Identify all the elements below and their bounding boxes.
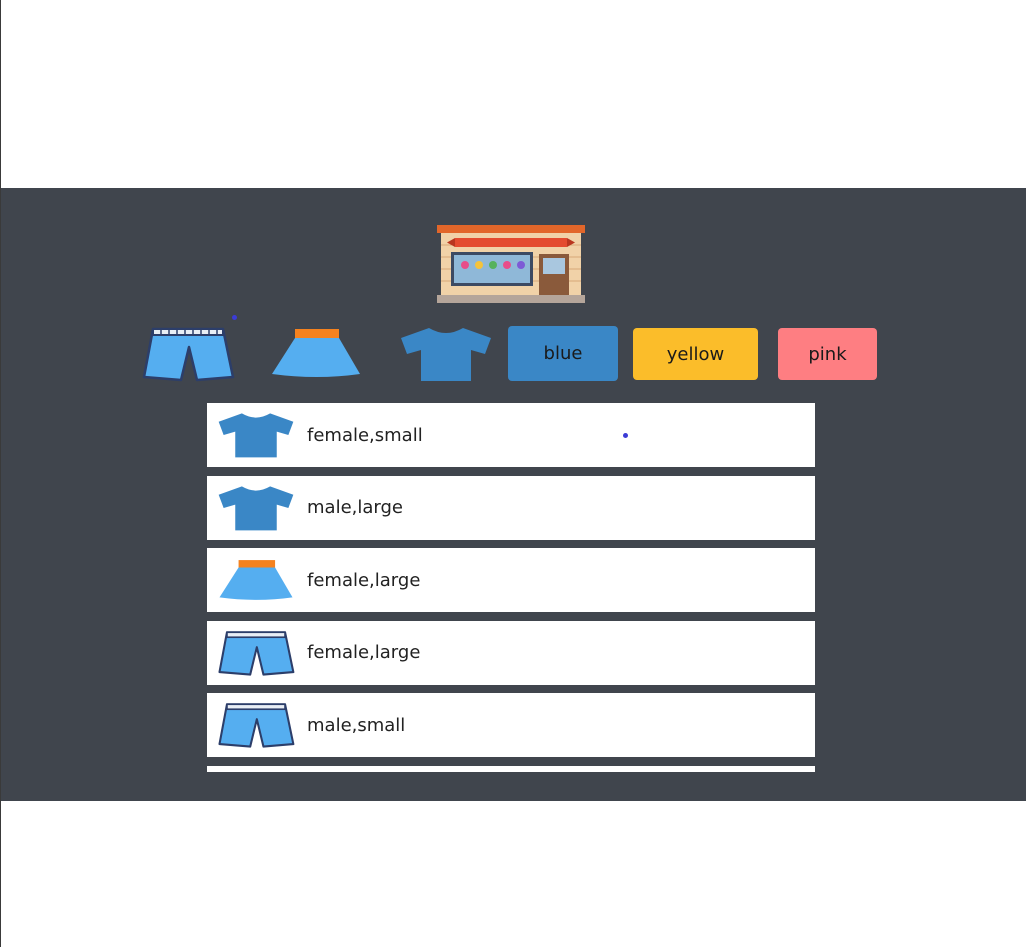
item-label: female,small bbox=[307, 424, 423, 446]
shop-stage: blue yellow pink female,small male,large… bbox=[1, 188, 1026, 801]
color-button-pink[interactable]: pink bbox=[778, 328, 877, 380]
item-label: female,large bbox=[307, 569, 421, 591]
item-label: male,small bbox=[307, 714, 406, 736]
cursor-dot bbox=[623, 433, 628, 438]
cursor-dot bbox=[232, 315, 237, 320]
product-list: female,small male,large female,large fem… bbox=[207, 403, 815, 772]
list-item[interactable]: female,large bbox=[207, 620, 815, 685]
filter-skirt-icon[interactable] bbox=[269, 327, 363, 379]
list-item[interactable]: female,small bbox=[207, 403, 815, 467]
item-label: male,large bbox=[307, 497, 403, 518]
shorts-icon bbox=[218, 703, 295, 748]
tshirt-icon bbox=[218, 413, 294, 458]
filter-shorts-icon[interactable] bbox=[141, 325, 235, 383]
list-item[interactable]: male,large bbox=[207, 475, 815, 540]
list-item[interactable]: female,large bbox=[207, 548, 815, 612]
color-button-yellow[interactable]: yellow bbox=[633, 328, 758, 380]
list-item[interactable]: male,small bbox=[207, 693, 815, 757]
skirt-icon bbox=[219, 560, 293, 600]
shorts-icon bbox=[218, 630, 295, 676]
tshirt-icon bbox=[218, 485, 294, 530]
filter-tshirt-icon[interactable] bbox=[399, 326, 493, 382]
list-item-partial bbox=[207, 765, 815, 772]
item-label: female,large bbox=[307, 642, 421, 663]
clothing-store-icon bbox=[437, 225, 585, 303]
color-button-blue[interactable]: blue bbox=[508, 326, 618, 381]
